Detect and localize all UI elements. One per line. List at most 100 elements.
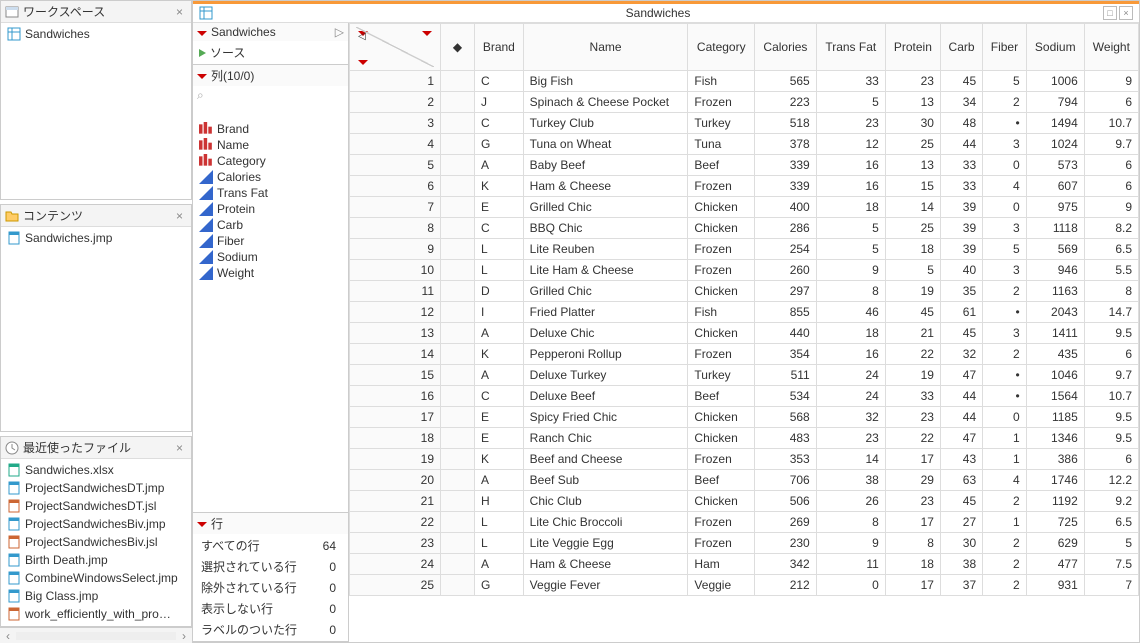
row-number[interactable]: 14	[350, 344, 441, 365]
column-header[interactable]: Brand	[475, 24, 524, 71]
grid-cell[interactable]: L	[475, 533, 524, 554]
column-header[interactable]: Carb	[940, 24, 982, 71]
grid-cell[interactable]: 5	[1084, 533, 1138, 554]
grid-cell[interactable]: 212	[755, 575, 817, 596]
grid-cell[interactable]: A	[475, 323, 524, 344]
grid-cell[interactable]: 1163	[1026, 281, 1084, 302]
grid-cell[interactable]: 30	[940, 533, 982, 554]
grid-cell[interactable]: 5	[816, 239, 885, 260]
grid-cell[interactable]: Frozen	[688, 176, 755, 197]
grid-cell[interactable]: 223	[755, 92, 817, 113]
grid-cell[interactable]: 400	[755, 197, 817, 218]
grid-cell[interactable]: 23	[885, 407, 940, 428]
column-item[interactable]: Fiber	[193, 233, 348, 249]
grid-cell[interactable]: Tuna	[688, 134, 755, 155]
grid-cell[interactable]: 1746	[1026, 470, 1084, 491]
row-state[interactable]	[441, 323, 475, 344]
grid-cell[interactable]: D	[475, 281, 524, 302]
grid-cell[interactable]: Veggie	[688, 575, 755, 596]
grid-cell[interactable]: Ham & Cheese	[523, 176, 688, 197]
row-number[interactable]: 9	[350, 239, 441, 260]
grid-cell[interactable]: Chic Club	[523, 491, 688, 512]
grid-cell[interactable]: 230	[755, 533, 817, 554]
grid-cell[interactable]: 33	[885, 386, 940, 407]
grid-cell[interactable]: Fish	[688, 71, 755, 92]
recent-file-item[interactable]: work_efficiently_with_pro…	[1, 605, 191, 623]
recent-file-item[interactable]: Birth Death.jmp	[1, 551, 191, 569]
grid-cell[interactable]: 30	[885, 113, 940, 134]
column-item[interactable]: Name	[193, 137, 348, 153]
grid-cell[interactable]: 32	[816, 407, 885, 428]
grid-cell[interactable]: 2	[983, 533, 1027, 554]
close-button[interactable]: ×	[1119, 6, 1133, 20]
row-state[interactable]	[441, 92, 475, 113]
grid-cell[interactable]: 9	[816, 260, 885, 281]
grid-cell[interactable]: 534	[755, 386, 817, 407]
row-state[interactable]	[441, 512, 475, 533]
grid-cell[interactable]: Chicken	[688, 407, 755, 428]
row-state[interactable]	[441, 407, 475, 428]
grid-cell[interactable]: Pepperoni Rollup	[523, 344, 688, 365]
rows-stat-row[interactable]: すべての行64	[195, 536, 346, 555]
row-number[interactable]: 7	[350, 197, 441, 218]
disclosure-icon[interactable]	[197, 522, 207, 527]
grid-cell[interactable]: 16	[816, 176, 885, 197]
cols-menu-icon[interactable]	[422, 31, 432, 36]
row-number[interactable]: 12	[350, 302, 441, 323]
grid-cell[interactable]: Spinach & Cheese Pocket	[523, 92, 688, 113]
grid-cell[interactable]: 3	[983, 134, 1027, 155]
grid-cell[interactable]: 40	[940, 260, 982, 281]
grid-cell[interactable]: A	[475, 365, 524, 386]
row-number[interactable]: 25	[350, 575, 441, 596]
grid-cell[interactable]: 5	[885, 260, 940, 281]
grid-cell[interactable]: Frozen	[688, 239, 755, 260]
grid-cell[interactable]: Ham	[688, 554, 755, 575]
grid-cell[interactable]: 33	[940, 155, 982, 176]
grid-cell[interactable]: 17	[885, 575, 940, 596]
row-state[interactable]	[441, 260, 475, 281]
column-header[interactable]: Protein	[885, 24, 940, 71]
row-state[interactable]	[441, 470, 475, 491]
row-state[interactable]	[441, 449, 475, 470]
grid-cell[interactable]: 45	[940, 71, 982, 92]
grid-cell[interactable]: 569	[1026, 239, 1084, 260]
column-header[interactable]: Trans Fat	[816, 24, 885, 71]
row-number[interactable]: 24	[350, 554, 441, 575]
grid-cell[interactable]: 63	[940, 470, 982, 491]
grid-cell[interactable]: 1	[983, 449, 1027, 470]
row-state[interactable]	[441, 218, 475, 239]
grid-cell[interactable]: 607	[1026, 176, 1084, 197]
row-number[interactable]: 19	[350, 449, 441, 470]
grid-cell[interactable]: 378	[755, 134, 817, 155]
grid-cell[interactable]: 1411	[1026, 323, 1084, 344]
grid-cell[interactable]: 48	[940, 113, 982, 134]
grid-cell[interactable]: 353	[755, 449, 817, 470]
column-item[interactable]: Category	[193, 153, 348, 169]
grid-cell[interactable]: 0	[983, 197, 1027, 218]
row-number[interactable]: 5	[350, 155, 441, 176]
grid-cell[interactable]: •	[983, 113, 1027, 134]
grid-cell[interactable]: 629	[1026, 533, 1084, 554]
grid-cell[interactable]: 34	[940, 92, 982, 113]
grid-cell[interactable]: 8.2	[1084, 218, 1138, 239]
row-state[interactable]	[441, 239, 475, 260]
grid-cell[interactable]: Deluxe Chic	[523, 323, 688, 344]
grid-cell[interactable]: 23	[885, 71, 940, 92]
grid-cell[interactable]: 18	[885, 554, 940, 575]
grid-cell[interactable]: 518	[755, 113, 817, 134]
left-hscrollbar[interactable]: ‹ ›	[0, 627, 192, 643]
grid-cell[interactable]: Beef	[688, 470, 755, 491]
column-item[interactable]: Carb	[193, 217, 348, 233]
grid-cell[interactable]: 19	[885, 365, 940, 386]
grid-cell[interactable]: 975	[1026, 197, 1084, 218]
grid-cell[interactable]: 12	[816, 134, 885, 155]
grid-cell[interactable]: BBQ Chic	[523, 218, 688, 239]
column-item[interactable]: Protein	[193, 201, 348, 217]
grid-cell[interactable]: 5.5	[1084, 260, 1138, 281]
grid-cell[interactable]: 25	[885, 134, 940, 155]
grid-cell[interactable]: 4	[983, 470, 1027, 491]
grid-cell[interactable]: 43	[940, 449, 982, 470]
grid-cell[interactable]: 61	[940, 302, 982, 323]
grid-cell[interactable]: Fried Platter	[523, 302, 688, 323]
grid-cell[interactable]: 9.7	[1084, 365, 1138, 386]
